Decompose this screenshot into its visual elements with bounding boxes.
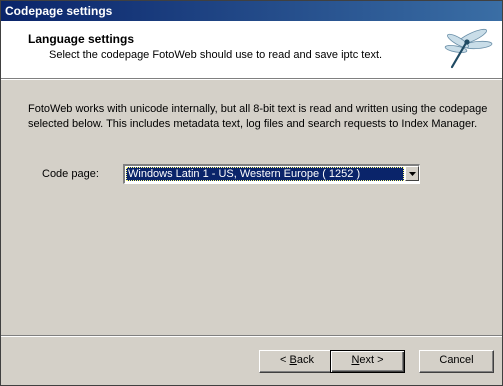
codepage-settings-dialog: Codepage settings Language settings Sele… — [0, 0, 503, 386]
dropdown-button[interactable] — [405, 166, 419, 181]
codepage-label: Code page: — [42, 168, 99, 180]
wizard-header: Language settings Select the codepage Fo… — [1, 21, 502, 78]
description-text: FotoWeb works with unicode internally, b… — [28, 103, 488, 130]
codepage-select[interactable]: Windows Latin 1 - US, Western Europe ( 1… — [123, 164, 420, 184]
header-divider-highlight — [1, 79, 502, 80]
window-title: Codepage settings — [5, 4, 113, 18]
header-subtitle: Select the codepage FotoWeb should use t… — [49, 49, 383, 61]
title-bar[interactable]: Codepage settings — [1, 1, 502, 21]
cancel-button[interactable]: Cancel — [419, 350, 494, 373]
footer-divider-highlight — [1, 336, 502, 337]
back-button[interactable]: < Back — [259, 350, 335, 373]
next-button-label: ext > — [359, 354, 384, 366]
back-button-prefix: < — [280, 354, 290, 366]
next-button[interactable]: Next > — [330, 350, 405, 373]
back-button-label: ack — [296, 354, 314, 366]
back-button-mnemonic: B — [289, 354, 297, 366]
header-title: Language settings — [28, 32, 135, 46]
dragonfly-icon — [444, 28, 493, 69]
cancel-button-label: Cancel — [439, 354, 474, 366]
chevron-down-icon — [409, 172, 416, 176]
codepage-selected-value[interactable]: Windows Latin 1 - US, Western Europe ( 1… — [126, 167, 404, 181]
